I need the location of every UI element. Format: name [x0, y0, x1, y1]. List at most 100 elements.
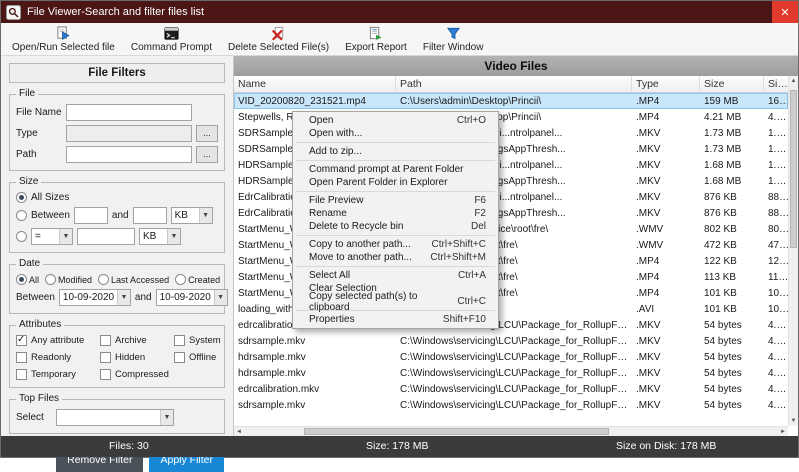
size-value-unit-select[interactable]: KB ▼ — [139, 228, 181, 245]
scroll-up-icon[interactable]: ▲ — [789, 76, 798, 86]
attribute-checkbox-item[interactable]: System — [174, 335, 224, 346]
top-files-select[interactable]: ▼ — [56, 409, 174, 426]
checkbox-icon[interactable] — [100, 335, 111, 346]
column-header-type[interactable]: Type — [632, 76, 700, 92]
attribute-label: Offline — [189, 352, 216, 363]
size-unit-select[interactable]: KB ▼ — [171, 207, 213, 224]
all-sizes-radio[interactable] — [16, 192, 27, 203]
checkbox-icon[interactable] — [16, 335, 27, 346]
attribute-checkbox-item[interactable]: Temporary — [16, 369, 98, 380]
attribute-checkbox-item[interactable]: Hidden — [100, 352, 172, 363]
chevron-down-icon: ▼ — [59, 229, 72, 244]
context-menu-item[interactable]: Copy to another path... Ctrl+Shift+C — [293, 238, 498, 251]
context-menu-item[interactable]: File Preview F6 — [293, 194, 498, 207]
filter-window-button[interactable]: Filter Window — [415, 23, 492, 55]
cell-size: 101 KB — [700, 288, 764, 299]
horizontal-scrollbar[interactable]: ◄ ► — [234, 426, 788, 436]
type-browse-button[interactable]: ... — [196, 125, 218, 142]
column-header-path[interactable]: Path — [396, 76, 632, 92]
menu-item-label: Command prompt at Parent Folder — [309, 164, 464, 175]
context-menu-item[interactable]: Copy selected path(s) to clipboard Ctrl+… — [293, 295, 498, 308]
filter-icon — [446, 26, 461, 41]
context-menu-item[interactable]: Command prompt at Parent Folder — [293, 163, 498, 176]
app-window: File Viewer-Search and filter files list… — [0, 0, 799, 458]
context-menu-item[interactable]: Add to zip... — [293, 145, 498, 158]
cell-type: .MP4 — [632, 288, 700, 299]
close-button[interactable]: ✕ — [772, 1, 798, 23]
cell-size: 1.68 MB — [700, 160, 764, 171]
type-input[interactable] — [66, 125, 192, 142]
checkbox-icon[interactable] — [16, 369, 27, 380]
table-row[interactable]: VID_20200820_231521.mp4 C:\Users\admin\D… — [234, 93, 788, 109]
date-to-picker[interactable]: 10-09-2020 ▼ — [156, 289, 228, 306]
menu-item-label: Open with... — [309, 128, 362, 139]
column-header-size-on-disk[interactable]: Size on Disk — [764, 76, 788, 92]
context-menu: Open Ctrl+O Open with... Add to zip... C… — [292, 111, 499, 329]
context-menu-item[interactable]: Rename F2 — [293, 207, 498, 220]
attribute-checkbox-item[interactable]: Offline — [174, 352, 224, 363]
cell-size: 472 KB — [700, 240, 764, 251]
attribute-checkbox-item[interactable]: Compressed — [100, 369, 172, 380]
cell-size: 54 bytes — [700, 320, 764, 331]
horizontal-scroll-thumb[interactable] — [304, 428, 609, 435]
size-operator-radio[interactable] — [16, 231, 27, 242]
vertical-scrollbar[interactable]: ▲ ▼ — [788, 76, 798, 426]
table-row[interactable]: sdrsample.mkv C:\Windows\servicing\LCU\P… — [234, 397, 788, 413]
attribute-checkbox-item[interactable]: Archive — [100, 335, 172, 346]
checkbox-icon[interactable] — [100, 369, 111, 380]
context-menu-item[interactable]: Open Parent Folder in Explorer — [293, 176, 498, 189]
file-name-input[interactable] — [66, 104, 192, 121]
all-sizes-label: All Sizes — [31, 192, 69, 203]
table-row[interactable]: hdrsample.mkv C:\Windows\servicing\LCU\P… — [234, 349, 788, 365]
date-from-value: 10-09-2020 — [63, 292, 114, 303]
size-operator-select[interactable]: = ▼ — [31, 228, 73, 245]
context-menu-item[interactable]: Select All Ctrl+A — [293, 269, 498, 282]
checkbox-icon[interactable] — [174, 352, 185, 363]
date-all-radio[interactable] — [16, 274, 27, 285]
menu-item-shortcut: Del — [471, 221, 486, 232]
checkbox-icon[interactable] — [174, 335, 185, 346]
attribute-checkbox-item[interactable]: Readonly — [16, 352, 98, 363]
column-header-size[interactable]: Size — [700, 76, 764, 92]
menu-item-label: Add to zip... — [309, 146, 362, 157]
size-to-input[interactable] — [133, 207, 167, 224]
cell-size-on-disk: 476 KB — [764, 240, 788, 251]
cell-type: .MP4 — [632, 96, 700, 107]
table-row[interactable]: hdrsample.mkv C:\Windows\servicing\LCU\P… — [234, 365, 788, 381]
size-between-radio[interactable] — [16, 210, 27, 221]
delete-selected-button[interactable]: Delete Selected File(s) — [220, 23, 337, 55]
path-browse-button[interactable]: ... — [196, 146, 218, 163]
path-input[interactable] — [66, 146, 192, 163]
date-last-accessed-radio[interactable] — [98, 274, 109, 285]
date-modified-radio[interactable] — [45, 274, 56, 285]
cell-size: 101 KB — [700, 304, 764, 315]
open-run-button[interactable]: Open/Run Selected file — [4, 23, 123, 55]
export-report-button[interactable]: Export Report — [337, 23, 415, 55]
attribute-checkbox-item[interactable]: Any attribute — [16, 335, 98, 346]
context-menu-item[interactable]: Properties Shift+F10 — [293, 313, 498, 326]
chevron-down-icon: ▼ — [117, 290, 130, 305]
context-menu-item[interactable]: Open with... — [293, 127, 498, 140]
context-menu-item[interactable]: Delete to Recycle bin Del — [293, 220, 498, 233]
checkbox-icon[interactable] — [16, 352, 27, 363]
checkbox-icon[interactable] — [100, 352, 111, 363]
file-group-legend: File — [16, 88, 38, 99]
vertical-scroll-thumb[interactable] — [790, 90, 797, 248]
type-label: Type — [16, 128, 62, 139]
date-created-radio[interactable] — [175, 274, 186, 285]
cell-size-on-disk: 4.00 KB — [764, 352, 788, 363]
command-prompt-button[interactable]: Command Prompt — [123, 23, 220, 55]
size-from-input[interactable] — [74, 207, 108, 224]
cell-type: .MKV — [632, 176, 700, 187]
date-from-picker[interactable]: 10-09-2020 ▼ — [59, 289, 131, 306]
scroll-down-icon[interactable]: ▼ — [789, 416, 798, 426]
date-all-label: All — [29, 275, 39, 285]
size-value-input[interactable] — [77, 228, 135, 245]
cell-size: 1.68 MB — [700, 176, 764, 187]
context-menu-item[interactable]: Move to another path... Ctrl+Shift+M — [293, 251, 498, 264]
table-row[interactable]: edrcalibration.mkv C:\Windows\servicing\… — [234, 381, 788, 397]
size-between-label: Between — [31, 210, 70, 221]
column-header-name[interactable]: Name — [234, 76, 396, 92]
context-menu-item[interactable]: Open Ctrl+O — [293, 114, 498, 127]
table-row[interactable]: sdrsample.mkv C:\Windows\servicing\LCU\P… — [234, 333, 788, 349]
